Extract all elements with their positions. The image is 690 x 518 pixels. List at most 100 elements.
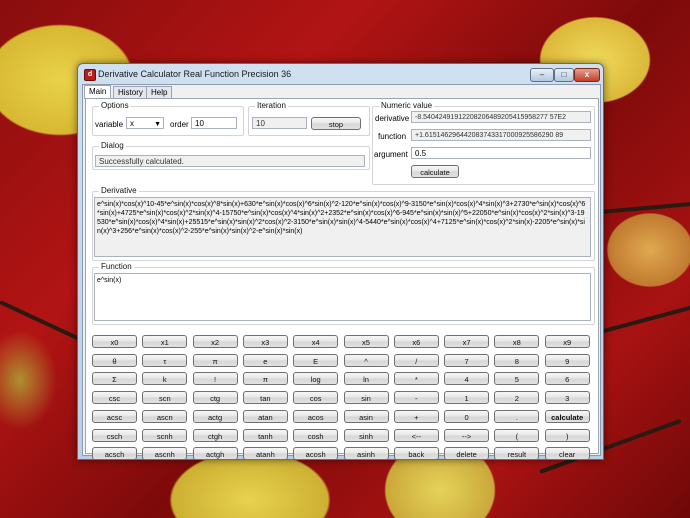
chevron-down-icon: ▼: [154, 121, 161, 128]
key-5-1[interactable]: scnh: [142, 428, 188, 442]
variable-select[interactable]: x ▼: [126, 117, 164, 129]
iteration-group-label: Iteration: [255, 101, 288, 110]
key-1-5[interactable]: ^: [343, 353, 389, 367]
key-1-6[interactable]: /: [393, 353, 439, 367]
key-6-9[interactable]: clear: [544, 447, 590, 461]
key-2-2[interactable]: !: [192, 372, 238, 386]
key-3-2[interactable]: ctg: [192, 391, 238, 405]
argument-input[interactable]: 0.5: [411, 147, 591, 159]
main-tab-page: Options variable x ▼ order 10 Iteration …: [85, 98, 599, 461]
window-title: Derivative Calculator Real Function Prec…: [98, 69, 292, 79]
key-6-3[interactable]: atanh: [242, 447, 288, 461]
key-2-5[interactable]: ln: [343, 372, 389, 386]
function-value: +1.615146296442083743317000925586290 89: [411, 129, 591, 141]
key-5-2[interactable]: ctgh: [192, 428, 238, 442]
key-6-6[interactable]: back: [393, 447, 439, 461]
key-0-4[interactable]: x4: [293, 335, 339, 348]
key-3-5[interactable]: sin: [343, 391, 389, 405]
derivative-value: -8.54042491912208206489205415958277 57E2: [411, 111, 591, 123]
key-0-2[interactable]: x2: [192, 335, 238, 348]
key-0-3[interactable]: x3: [242, 335, 288, 348]
calculate-numeric-button[interactable]: calculate: [411, 165, 459, 178]
key-3-9[interactable]: 3: [544, 391, 590, 405]
key-2-9[interactable]: 6: [544, 372, 590, 386]
key-2-0[interactable]: Σ: [92, 372, 137, 386]
derivative-output[interactable]: e^sin(x)*cos(x)^10-45*e^sin(x)*cos(x)^8*…: [94, 197, 591, 257]
key-0-8[interactable]: x8: [494, 335, 540, 348]
key-2-4[interactable]: log: [293, 372, 339, 386]
key-6-1[interactable]: ascnh: [142, 447, 188, 461]
key-2-7[interactable]: 4: [444, 372, 490, 386]
key-1-4[interactable]: E: [293, 353, 339, 367]
key-4-2[interactable]: actg: [192, 409, 238, 423]
key-4-5[interactable]: asin: [343, 409, 389, 423]
key-4-8[interactable]: .: [494, 409, 540, 423]
title-bar[interactable]: d Derivative Calculator Real Function Pr…: [78, 64, 603, 84]
key-3-7[interactable]: 1: [444, 391, 490, 405]
key-1-2[interactable]: π: [192, 353, 238, 367]
key-5-4[interactable]: cosh: [293, 428, 339, 442]
client-area: Main History Help Options variable x ▼ o…: [82, 84, 601, 461]
key-3-3[interactable]: tan: [242, 391, 288, 405]
iteration-value: 10: [252, 117, 307, 129]
key-2-6[interactable]: *: [393, 372, 439, 386]
dialog-message: Successfully calculated.: [95, 155, 365, 167]
key-0-7[interactable]: x7: [444, 335, 490, 348]
key-6-5[interactable]: asinh: [343, 447, 389, 461]
variable-label: variable: [95, 120, 124, 129]
key-6-7[interactable]: delete: [444, 447, 490, 461]
key-4-3[interactable]: atan: [242, 409, 288, 423]
maximize-button[interactable]: □: [554, 68, 574, 82]
dialog-group-label: Dialog: [99, 141, 126, 150]
options-group-label: Options: [99, 101, 131, 110]
order-label: order: [170, 120, 189, 129]
key-4-4[interactable]: acos: [293, 409, 339, 423]
key-0-5[interactable]: x5: [343, 335, 389, 348]
key-4-6[interactable]: +: [393, 409, 439, 423]
key-5-5[interactable]: sinh: [343, 428, 389, 442]
key-1-9[interactable]: 9: [544, 353, 590, 367]
stop-button[interactable]: stop: [311, 117, 361, 130]
key-1-7[interactable]: 7: [444, 353, 490, 367]
minimize-button[interactable]: –: [530, 68, 554, 82]
key-5-9[interactable]: ): [544, 428, 590, 442]
key-2-8[interactable]: 5: [494, 372, 540, 386]
key-0-1[interactable]: x1: [142, 335, 188, 348]
key-6-2[interactable]: actgh: [192, 447, 238, 461]
key-1-0[interactable]: θ: [92, 353, 137, 367]
tab-help[interactable]: Help: [146, 86, 173, 98]
key-4-9[interactable]: calculate: [544, 409, 590, 423]
tab-history[interactable]: History: [113, 86, 148, 98]
order-input[interactable]: 10: [191, 117, 237, 129]
key-5-8[interactable]: (: [494, 428, 540, 442]
key-5-3[interactable]: tanh: [242, 428, 288, 442]
key-5-6[interactable]: <--: [393, 428, 439, 442]
key-3-4[interactable]: cos: [293, 391, 339, 405]
key-0-9[interactable]: x9: [544, 335, 590, 348]
key-3-8[interactable]: 2: [494, 391, 540, 405]
key-0-6[interactable]: x6: [393, 335, 439, 348]
app-window: d Derivative Calculator Real Function Pr…: [77, 63, 604, 461]
key-4-7[interactable]: 0: [444, 409, 490, 423]
key-6-8[interactable]: result: [494, 447, 540, 461]
key-3-6[interactable]: -: [393, 391, 439, 405]
key-6-4[interactable]: acosh: [293, 447, 339, 461]
key-4-1[interactable]: ascn: [142, 409, 188, 423]
key-0-0[interactable]: x0: [92, 335, 137, 348]
function-input[interactable]: e^sin(x): [94, 273, 591, 321]
key-6-0[interactable]: acsch: [92, 447, 137, 461]
key-2-1[interactable]: k: [142, 372, 188, 386]
key-1-3[interactable]: e: [242, 353, 288, 367]
key-1-8[interactable]: 8: [494, 353, 540, 367]
key-4-0[interactable]: acsc: [92, 409, 137, 423]
key-1-1[interactable]: τ: [142, 353, 188, 367]
key-2-3[interactable]: π: [242, 372, 288, 386]
key-3-1[interactable]: scn: [142, 391, 188, 405]
key-3-0[interactable]: csc: [92, 391, 137, 405]
close-button[interactable]: x: [574, 68, 600, 82]
derivative-group-label: Derivative: [99, 186, 139, 195]
key-5-0[interactable]: csch: [92, 428, 137, 442]
tab-main[interactable]: Main: [84, 85, 112, 99]
key-5-7[interactable]: -->: [444, 428, 490, 442]
app-icon[interactable]: d: [84, 69, 96, 81]
